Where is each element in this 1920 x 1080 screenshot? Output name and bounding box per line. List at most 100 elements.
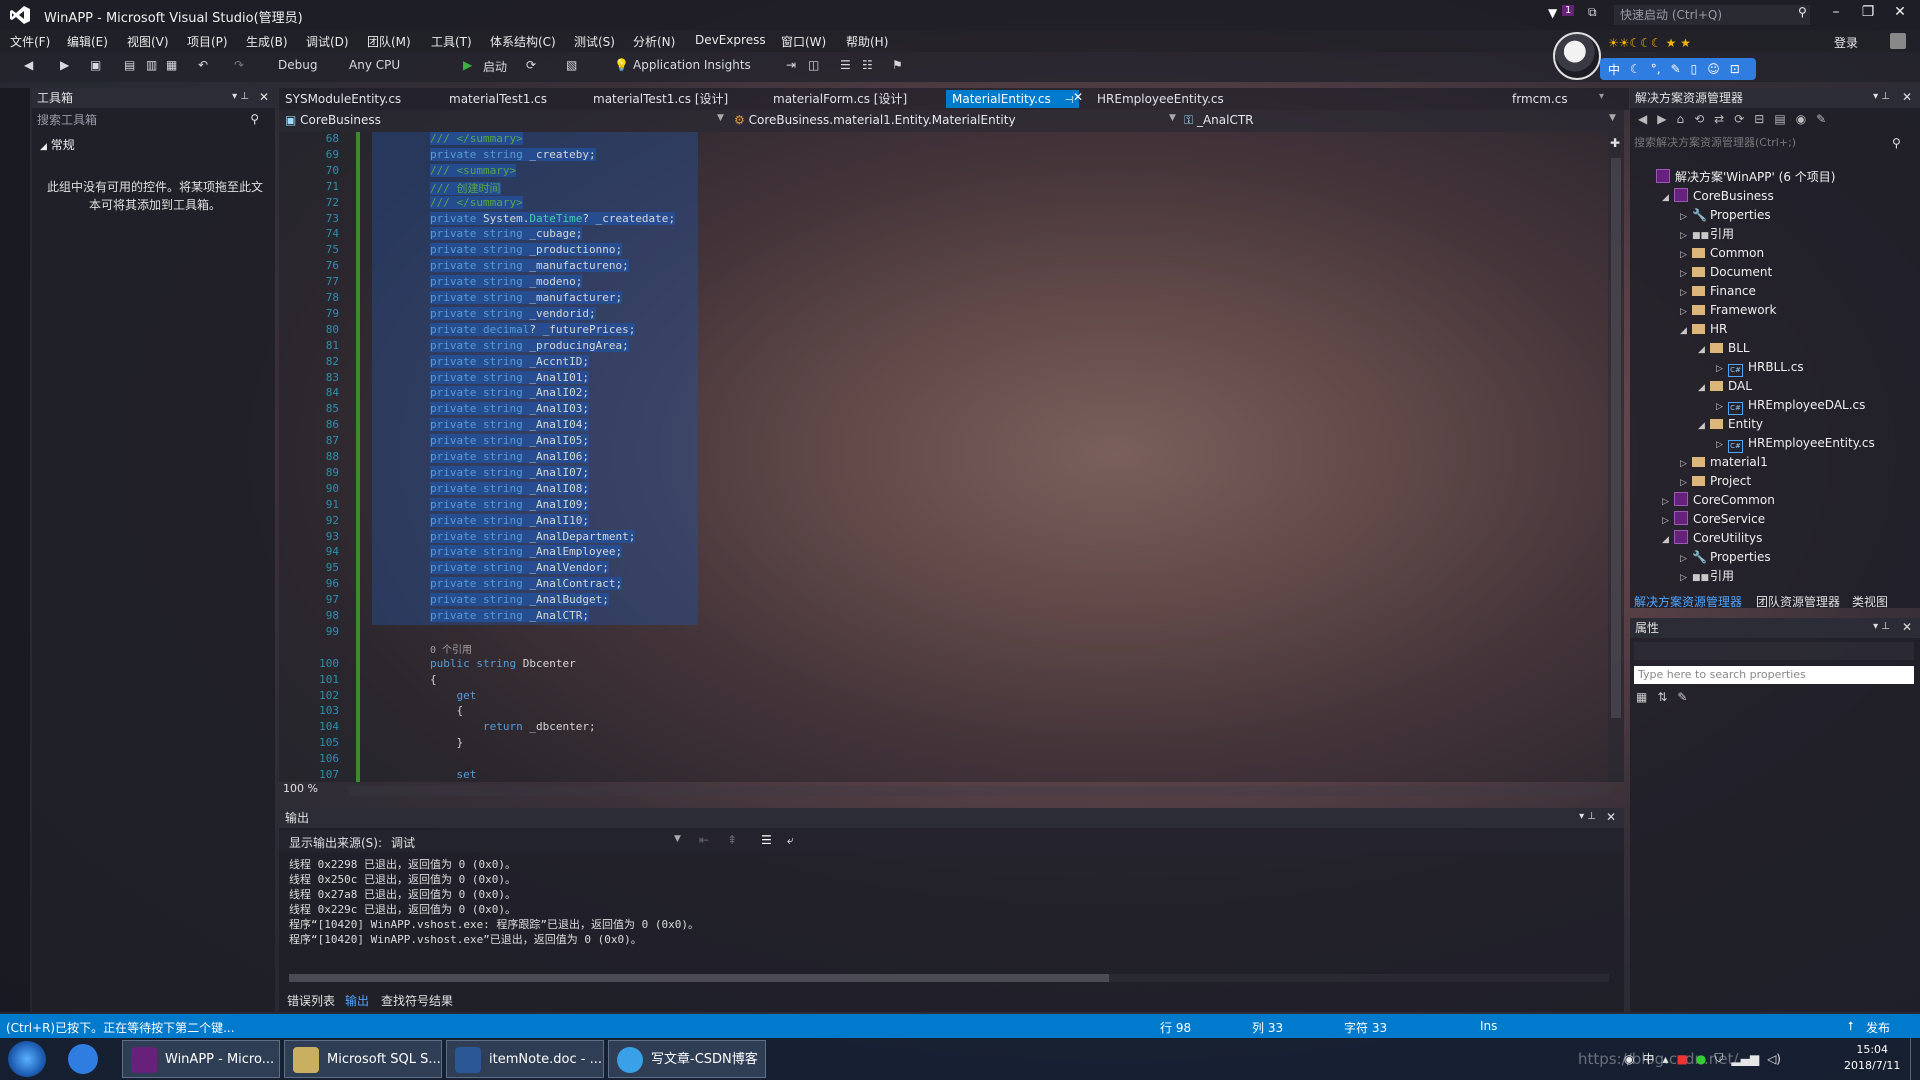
browser-icon[interactable]: ▧ bbox=[566, 58, 577, 76]
back-icon[interactable]: ◀ bbox=[1638, 112, 1647, 126]
layout-icon[interactable]: ◫ bbox=[808, 58, 819, 76]
code-line[interactable]: private System.DateTime? _createdate; bbox=[430, 211, 676, 225]
code-line[interactable]: private string _modeno; bbox=[430, 275, 583, 289]
type-dropdown[interactable]: ⚙ CoreBusiness.material1.Entity.Material… bbox=[734, 113, 1016, 127]
expand-icon[interactable]: ▷ bbox=[1716, 398, 1728, 416]
menu-window[interactable]: 窗口(W) bbox=[781, 33, 826, 50]
antivirus-icon[interactable]: ■ bbox=[1677, 1052, 1688, 1066]
collapse-icon[interactable]: ◢ bbox=[1662, 189, 1674, 207]
pin-icon[interactable]: ▾ ⊥ bbox=[232, 91, 249, 102]
menu-edit[interactable]: 编辑(E) bbox=[67, 33, 108, 50]
toolbox-search-input[interactable]: 搜索工具箱 bbox=[32, 110, 275, 130]
output-source-dropdown[interactable]: 调试 bbox=[391, 834, 691, 851]
search-icon[interactable]: ⚲ bbox=[1892, 136, 1901, 150]
member-dropdown[interactable]: ⚿ _AnalCTR bbox=[1184, 113, 1254, 128]
code-line[interactable]: private string _AnalI02; bbox=[430, 386, 589, 400]
wechat-icon[interactable]: ● bbox=[1696, 1052, 1706, 1066]
home-icon[interactable]: ⌂ bbox=[1676, 112, 1684, 126]
project-dropdown[interactable]: ▣ CoreBusiness bbox=[285, 113, 381, 127]
prev-icon[interactable]: ⇞ bbox=[727, 833, 737, 847]
menu-analyze[interactable]: 分析(N) bbox=[633, 33, 675, 50]
login-link[interactable]: 登录 bbox=[1834, 34, 1858, 51]
forward-icon[interactable]: ▶ bbox=[1657, 112, 1666, 126]
save-icon[interactable]: ▥ bbox=[146, 58, 157, 76]
bookmark-icon[interactable]: ⚑ bbox=[892, 58, 903, 76]
tree-item[interactable]: ◢ BLL bbox=[1698, 339, 1750, 357]
menu-test[interactable]: 测试(S) bbox=[574, 33, 615, 50]
tree-item[interactable]: ◢ CoreUtilitys bbox=[1662, 529, 1762, 547]
tree-item[interactable]: ▷ CoreService bbox=[1662, 510, 1765, 528]
tree-item[interactable]: ▷ 🔧 Properties bbox=[1680, 548, 1771, 566]
menu-help[interactable]: 帮助(H) bbox=[846, 33, 888, 50]
code-line[interactable]: private string _AnalI07; bbox=[430, 465, 589, 479]
expand-icon[interactable]: ▷ bbox=[1680, 265, 1692, 283]
tool-icon[interactable]: ✎ bbox=[1671, 62, 1681, 76]
menu-project[interactable]: 项目(P) bbox=[187, 33, 228, 50]
code-line[interactable]: private string _cubage; bbox=[430, 227, 583, 241]
expand-icon[interactable]: ▷ bbox=[1680, 550, 1692, 568]
shield-icon[interactable]: ⛉ bbox=[1714, 1051, 1723, 1066]
start-button[interactable]: 启动 bbox=[483, 58, 507, 76]
tab-output[interactable]: 输出 bbox=[345, 992, 369, 1009]
collapse-icon[interactable]: ◢ bbox=[1698, 379, 1710, 397]
forward-icon[interactable]: ▶ bbox=[60, 58, 69, 76]
expand-icon[interactable]: ▷ bbox=[1680, 303, 1692, 321]
reference-count[interactable]: 0 个引用 bbox=[430, 641, 472, 656]
menu-team[interactable]: 团队(M) bbox=[367, 33, 411, 50]
tab-sysmoduleentity[interactable]: SYSModuleEntity.cs bbox=[285, 90, 401, 108]
restore-button[interactable]: ❐ bbox=[1856, 4, 1880, 24]
menu-view[interactable]: 视图(V) bbox=[127, 33, 169, 50]
collapse-icon[interactable]: ◢ bbox=[1698, 341, 1710, 359]
switch-view-icon[interactable]: ⇄ bbox=[1714, 112, 1724, 126]
ime-chinese-label[interactable]: 中 bbox=[1608, 61, 1620, 78]
code-line[interactable]: private string _manufacturer; bbox=[430, 291, 623, 304]
tree-item[interactable]: ◢ DAL bbox=[1698, 377, 1752, 395]
tree-item[interactable]: ▷ C# HREmployeeEntity.cs bbox=[1716, 434, 1875, 453]
tree-item[interactable]: ▷ Document bbox=[1680, 263, 1772, 281]
word-wrap-icon[interactable]: ⤶ bbox=[787, 833, 794, 848]
undo-icon[interactable]: ↶ bbox=[198, 58, 208, 76]
lock-icon[interactable]: ⊡ bbox=[1730, 62, 1740, 76]
tree-item[interactable]: ▷ CoreCommon bbox=[1662, 491, 1775, 509]
pin-icon[interactable]: ⊣ bbox=[1065, 95, 1074, 106]
expand-icon[interactable]: ▷ bbox=[1716, 360, 1728, 378]
code-line[interactable]: private decimal? _futurePrices; bbox=[430, 322, 636, 336]
expand-icon[interactable]: ▷ bbox=[1680, 227, 1692, 245]
expand-icon[interactable]: ▷ bbox=[1662, 493, 1674, 511]
object-selector-dropdown[interactable] bbox=[1634, 642, 1914, 660]
publish-icon[interactable]: ⭡ bbox=[1848, 1019, 1854, 1034]
code-line[interactable]: /// </summary> bbox=[430, 195, 523, 209]
close-icon[interactable]: ✕ bbox=[259, 90, 269, 104]
code-line[interactable]: public string Dbcenter bbox=[430, 657, 576, 670]
tray-expand-icon[interactable]: ▴ bbox=[1663, 1052, 1669, 1066]
code-line[interactable]: private string _AnalI09; bbox=[430, 497, 589, 511]
feedback-icon[interactable]: ⧉ bbox=[1588, 5, 1597, 20]
tree-item[interactable]: ◢ CoreBusiness bbox=[1662, 187, 1774, 205]
volume-icon[interactable]: ◁) bbox=[1767, 1052, 1781, 1066]
ime-toolbar[interactable]: 中 ☾ °, ✎ ▯ ☺ ⊡ bbox=[1600, 58, 1756, 80]
code-line[interactable]: private string _AccntID; bbox=[430, 354, 589, 368]
show-all-files-icon[interactable]: ▤ bbox=[1774, 112, 1785, 126]
menu-build[interactable]: 生成(B) bbox=[246, 33, 288, 50]
toolbox-group-general[interactable]: ◢ 常规 bbox=[40, 136, 75, 153]
uncomment-icon[interactable]: ☷ bbox=[862, 58, 873, 76]
properties-icon[interactable]: ✎ bbox=[1816, 112, 1826, 126]
publish-button[interactable]: 发布 bbox=[1866, 1019, 1890, 1036]
tab-overflow-icon[interactable]: ▾ bbox=[1599, 91, 1604, 102]
close-tab-icon[interactable]: ✕ bbox=[1073, 90, 1083, 104]
clear-all-icon[interactable]: ☰ bbox=[761, 833, 772, 847]
tab-class-view[interactable]: 类视图 bbox=[1852, 593, 1888, 610]
tree-item[interactable]: ▷ ■■引用 bbox=[1680, 567, 1734, 585]
expand-icon[interactable]: ▷ bbox=[1662, 512, 1674, 530]
tree-item[interactable]: ▷ 🔧 Properties bbox=[1680, 206, 1771, 224]
tab-hremployeeentity[interactable]: HREmployeeEntity.cs bbox=[1097, 90, 1224, 108]
collapse-icon[interactable]: ◢ bbox=[1680, 322, 1692, 340]
scroll-thumb[interactable] bbox=[289, 974, 1109, 982]
expand-icon[interactable]: ▷ bbox=[1680, 246, 1692, 264]
code-line[interactable]: private string _AnalI10; bbox=[430, 513, 589, 527]
preview-icon[interactable]: ◉ bbox=[1796, 112, 1806, 126]
pin-icon[interactable]: ▾ ⊥ bbox=[1873, 91, 1890, 102]
tab-materialtest1-design[interactable]: materialTest1.cs [设计] bbox=[593, 90, 728, 108]
tree-item[interactable]: ▷ Common bbox=[1680, 244, 1764, 262]
clipboard-icon[interactable]: ▯ bbox=[1691, 62, 1698, 76]
